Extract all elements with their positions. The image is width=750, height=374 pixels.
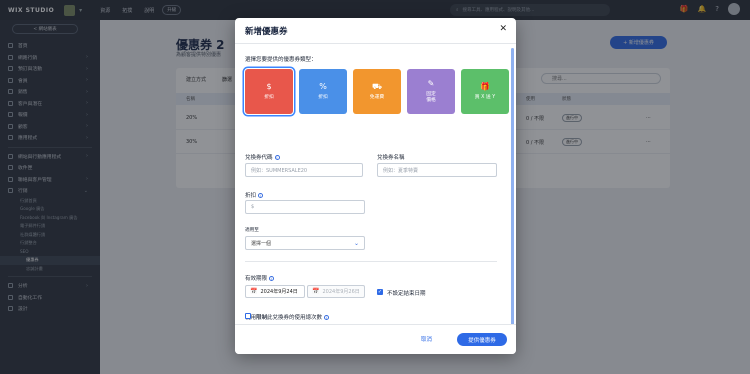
coupon-type-option[interactable]: ⛟ 免運費 — [353, 69, 401, 114]
apply-to-value: 選擇一個 — [251, 240, 272, 247]
start-date-value: 2024年9月24日 — [260, 289, 298, 295]
name-label: 兌換券名稱 — [377, 155, 405, 161]
coupon-type-list: $ 折扣% 折扣 ⛟ 免運費 ✎ 固定 價格 🎁 買 X 送 Y — [244, 68, 509, 115]
close-icon[interactable]: ✕ — [499, 24, 507, 34]
coupon-type-icon: ✎ — [427, 78, 435, 88]
coupon-type-option[interactable]: $ 折扣 — [244, 68, 294, 115]
coupon-name-input[interactable]: 例如：夏季特賣 — [377, 163, 497, 177]
apply-to-label: 適用至 — [245, 228, 259, 233]
modal-title: 新增優惠券 — [245, 27, 288, 37]
limit-uses-label: 限制此兌換券的使用總次數 i — [256, 315, 330, 321]
no-end-date-checkbox[interactable]: ✓ — [377, 289, 383, 295]
validity-label: 有效期限 i — [245, 276, 275, 282]
modal-body: 選擇您要提供的優惠券類型： $ 折扣% 折扣 ⛟ 免運費 ✎ 固定 價格 🎁 買 X 送 Y 兌… — [235, 45, 516, 324]
coupon-type-prompt: 選擇您要提供的優惠券類型： — [245, 57, 317, 63]
discount-input[interactable]: $ — [245, 200, 365, 214]
start-date-input[interactable]: 📅 2024年9月24日 — [245, 285, 305, 298]
discount-label: 折扣 i — [245, 193, 264, 199]
calendar-icon: 📅 — [312, 288, 320, 295]
coupon-type-label: 折扣 — [264, 94, 274, 100]
coupon-code-input[interactable]: 例如：SUMMERSALE20 — [245, 163, 363, 177]
coupon-type-label: 固定 價格 — [426, 91, 436, 103]
info-icon[interactable]: i — [258, 193, 264, 198]
divider — [245, 261, 497, 262]
end-date-value: 2024年9月26日 — [322, 289, 360, 295]
coupon-type-label: 買 X 送 Y — [474, 94, 496, 100]
no-end-date-label: 不設定結束日期 — [387, 291, 426, 297]
code-label: 兌換券代碼 i — [245, 155, 280, 161]
apply-to-select[interactable]: 選擇一個 ⌄ — [245, 236, 365, 250]
chevron-down-icon: ⌄ — [353, 239, 359, 247]
end-date-input: 📅 2024年9月26日 — [307, 285, 365, 298]
coupon-type-option[interactable]: ✎ 固定 價格 — [407, 69, 455, 114]
coupon-type-label: 免運費 — [369, 94, 385, 100]
info-icon[interactable]: i — [274, 155, 280, 160]
info-icon[interactable]: i — [269, 276, 275, 281]
coupon-type-option[interactable]: % 折扣 — [299, 69, 347, 114]
coupon-type-icon: % — [319, 81, 327, 91]
cancel-button[interactable]: 取消 — [421, 335, 432, 343]
coupon-type-icon: 🎁 — [480, 81, 490, 91]
submit-coupon-button[interactable]: 提供優惠券 — [457, 333, 507, 346]
calendar-icon: 📅 — [250, 288, 258, 295]
new-coupon-modal: 新增優惠券 ✕ 選擇您要提供的優惠券類型： $ 折扣% 折扣 ⛟ 免運費 ✎ 固定 價格 🎁 買… — [235, 18, 516, 354]
limit-uses-checkbox[interactable] — [245, 313, 251, 319]
coupon-type-icon: ⛟ — [371, 81, 383, 91]
modal-header: 新增優惠券 ✕ — [235, 18, 516, 44]
scrollbar-thumb[interactable] — [511, 48, 514, 326]
coupon-type-icon: $ — [266, 81, 272, 91]
coupon-type-option[interactable]: 🎁 買 X 送 Y — [461, 69, 509, 114]
coupon-type-label: 折扣 — [318, 94, 328, 100]
info-icon[interactable]: i — [324, 315, 330, 320]
modal-footer: 取消 提供優惠券 — [235, 324, 516, 354]
